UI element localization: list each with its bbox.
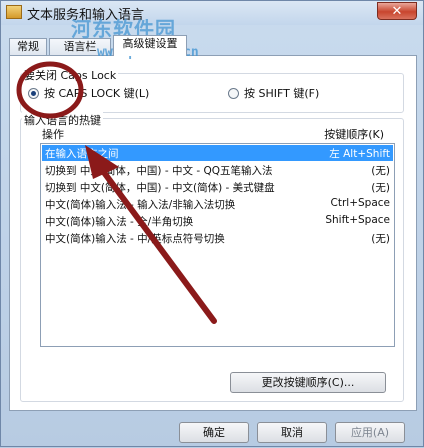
change-key-sequence-button[interactable]: 更改按键顺序(C)... (230, 372, 386, 393)
title-bar[interactable]: 文本服务和输入语言 ✕ (1, 1, 423, 25)
capslock-option[interactable]: 按 CAPS LOCK 键(L) (28, 85, 149, 101)
cancel-button[interactable]: 取消 (257, 422, 327, 443)
tab-panel: 要关闭 Caps Lock 按 CAPS LOCK 键(L) 按 SHIFT 键… (9, 55, 417, 411)
close-button[interactable]: ✕ (377, 2, 417, 20)
list-item[interactable]: 中文(简体)输入法 - 输入法/非输入法切换 Ctrl+Space (42, 196, 393, 212)
shift-option-label: 按 SHIFT 键(F) (244, 87, 320, 100)
tab-bar: 常规 语言栏 高级键设置 (9, 35, 309, 56)
tab-advanced-key-settings[interactable]: 高级键设置 (113, 35, 187, 56)
list-item[interactable]: 中文(简体)输入法 - 全/半角切换 Shift+Space (42, 213, 393, 229)
shift-option[interactable]: 按 SHIFT 键(F) (228, 85, 319, 101)
list-item[interactable]: 切换到 中文(简体，中国) - 中文 - QQ五笔输入法 (无) (42, 162, 393, 178)
list-item[interactable]: 中文(简体)输入法 - 中/英标点符号切换 (无) (42, 230, 393, 246)
capslock-group-title: 要关闭 Caps Lock (22, 67, 119, 83)
column-header-key-sequence: 按键顺序(K) (324, 128, 384, 141)
capslock-option-label: 按 CAPS LOCK 键(L) (44, 87, 150, 100)
ok-button[interactable]: 确定 (179, 422, 249, 443)
keyboard-icon (6, 5, 22, 19)
radio-unchecked-icon[interactable] (228, 87, 239, 99)
apply-button[interactable]: 应用(A) (335, 422, 405, 443)
column-header-action: 操作 (42, 128, 64, 141)
dialog-window: 文本服务和输入语言 ✕ 常规 语言栏 高级键设置 要关闭 Caps Lock 按… (0, 0, 424, 447)
list-item[interactable]: 切换到 中文(简体，中国) - 中文(简体) - 美式键盘 (无) (42, 179, 393, 195)
list-item[interactable]: 在输入语言之间 左 Alt+Shift (42, 145, 393, 161)
radio-checked-icon[interactable] (28, 87, 39, 99)
tab-general[interactable]: 常规 (9, 38, 47, 55)
hotkeys-list[interactable]: 在输入语言之间 左 Alt+Shift 切换到 中文(简体，中国) - 中文 -… (40, 143, 395, 347)
